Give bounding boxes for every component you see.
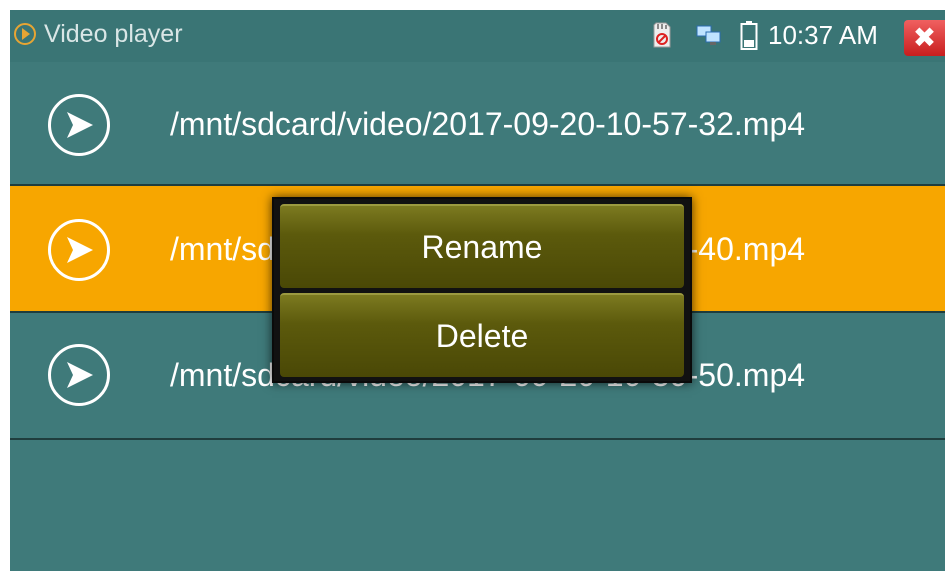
sd-card-icon	[653, 22, 671, 48]
file-name: /mnt/sdcard/video/2017-09-20-10-57-32.mp…	[170, 106, 806, 142]
clock: 10:37 AM	[768, 20, 878, 50]
video-player-screen: Video player 10:37 AM ✖ /mnt/sdcard/vide…	[10, 10, 945, 571]
play-icon[interactable]	[48, 219, 110, 281]
row-divider	[10, 438, 945, 440]
delete-button[interactable]: Delete	[280, 293, 684, 377]
rename-button[interactable]: Rename	[280, 204, 684, 288]
battery-icon	[740, 21, 758, 50]
app-title: Video player	[44, 20, 183, 48]
close-icon[interactable]: ✖	[904, 20, 945, 56]
status-bar: Video player 10:37 AM ✖	[10, 10, 945, 62]
play-icon[interactable]	[48, 344, 110, 406]
network-icon	[696, 25, 721, 45]
play-icon[interactable]	[48, 94, 110, 156]
context-menu: Rename Delete	[272, 197, 692, 383]
app-play-icon	[14, 23, 36, 45]
file-row[interactable]: /mnt/sdcard/video/2017-09-20-10-57-32.mp…	[10, 62, 945, 187]
